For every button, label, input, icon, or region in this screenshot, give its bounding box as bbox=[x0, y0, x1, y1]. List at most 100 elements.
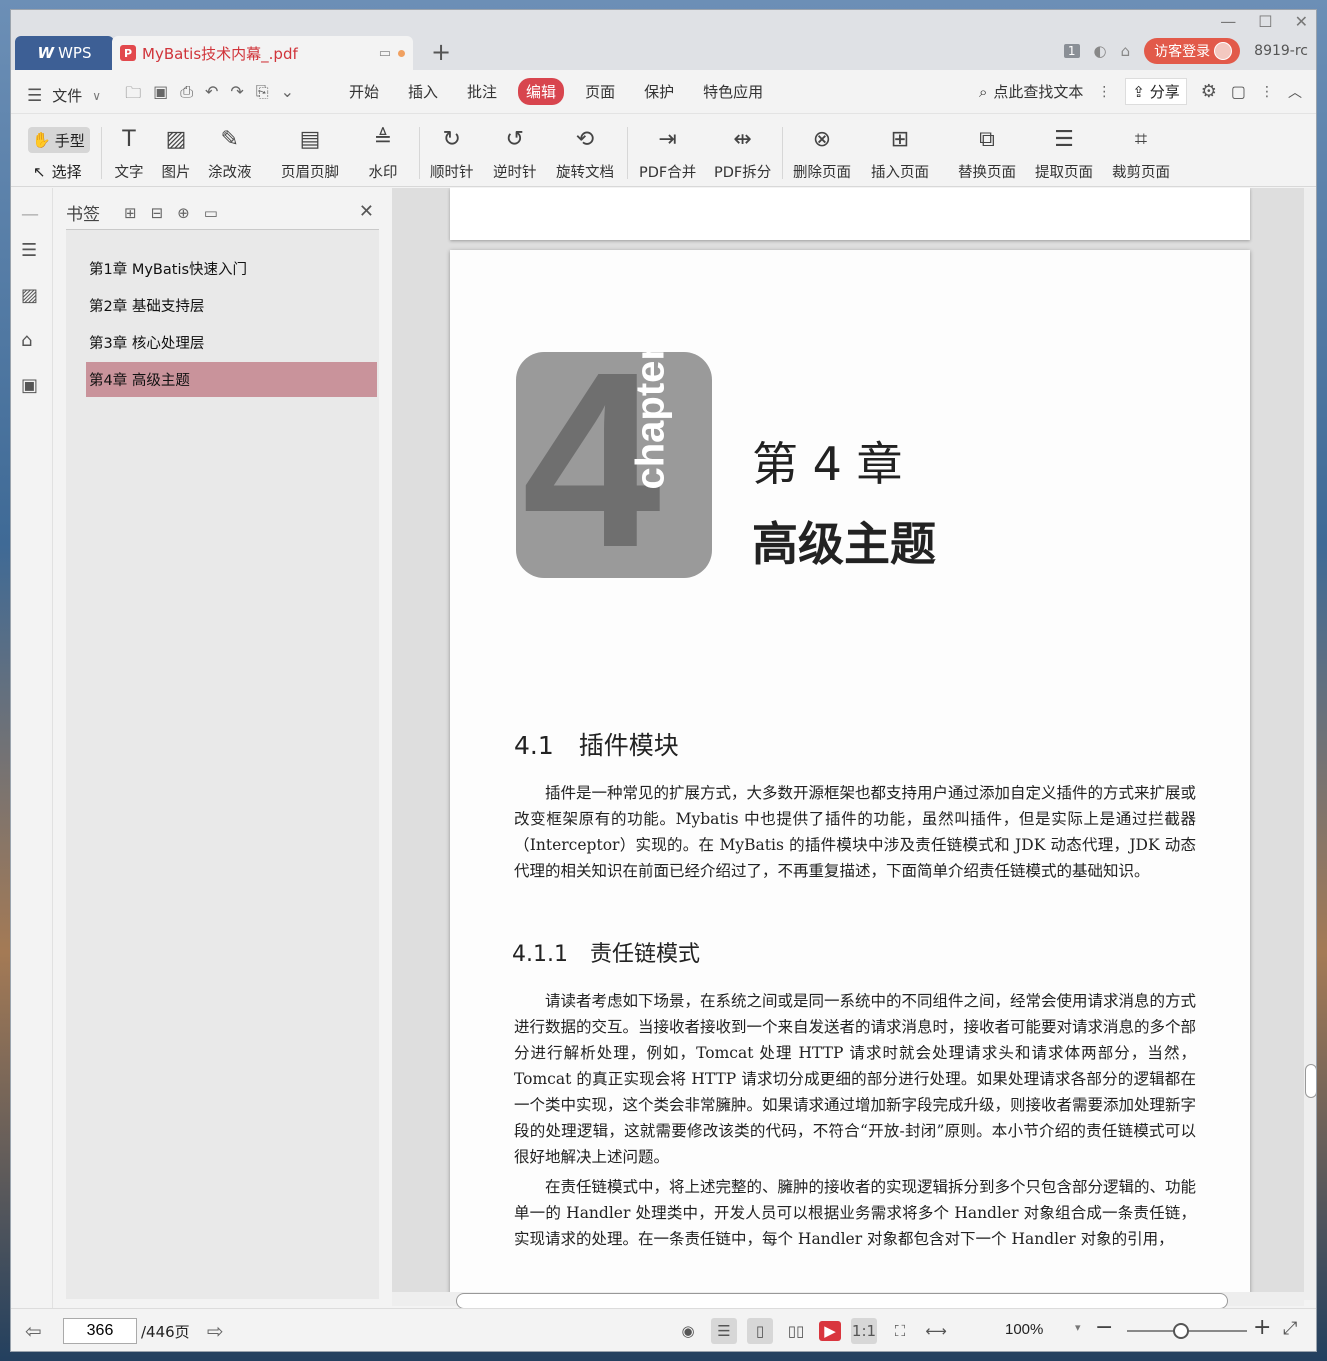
delete-page-button[interactable]: ⊗ 删除页面 bbox=[793, 123, 851, 182]
watermark-button[interactable]: ≜ 水印 bbox=[368, 123, 398, 182]
more-options-icon[interactable]: ⋮ bbox=[1260, 84, 1274, 100]
more-vertical-icon[interactable]: ⋮ bbox=[1097, 84, 1111, 100]
attachment-icon[interactable]: ▣ bbox=[21, 375, 38, 396]
delete-page-icon: ⊗ bbox=[812, 126, 832, 152]
horizontal-scrollbar[interactable] bbox=[392, 1292, 1304, 1309]
horizontal-scroll-thumb[interactable] bbox=[456, 1293, 1228, 1309]
pdf-merge-label: PDF合并 bbox=[639, 165, 697, 181]
maximize-icon[interactable]: ☐ bbox=[1258, 12, 1272, 31]
shirt-icon[interactable]: ⌂ bbox=[1121, 42, 1131, 60]
single-page-icon[interactable]: ▯ bbox=[747, 1318, 773, 1344]
visitor-login-button[interactable]: 访客登录 bbox=[1144, 38, 1241, 64]
tab-start[interactable]: 开始 bbox=[341, 78, 387, 105]
next-page-icon[interactable]: ⇨ bbox=[207, 1319, 224, 1343]
play-icon[interactable]: ▶ bbox=[819, 1321, 841, 1341]
drag-handle-icon[interactable]: — bbox=[21, 204, 39, 225]
window-count-badge[interactable]: 1 bbox=[1063, 44, 1080, 58]
gear-icon[interactable]: ⚙ bbox=[1201, 81, 1217, 102]
tab-features[interactable]: 特色应用 bbox=[695, 78, 771, 105]
pdf-split-button[interactable]: ⇹ PDF拆分 bbox=[714, 123, 771, 182]
thumbnail-icon[interactable]: ▨ bbox=[21, 285, 38, 306]
undo-icon[interactable]: ↶ bbox=[205, 82, 218, 109]
vertical-scroll-thumb[interactable] bbox=[1305, 1064, 1316, 1098]
insert-page-button[interactable]: ⊞ 插入页面 bbox=[871, 123, 929, 182]
tab-annotate[interactable]: 批注 bbox=[459, 78, 505, 105]
close-window-icon[interactable]: ✕ bbox=[1295, 12, 1308, 31]
replace-page-button[interactable]: ⧉ 替换页面 bbox=[958, 123, 1016, 182]
collapse-ribbon-icon[interactable]: ︿ bbox=[1288, 82, 1302, 102]
extract-page-button[interactable]: ☰ 提取页面 bbox=[1035, 123, 1093, 182]
crop-page-button[interactable]: ⌗ 裁剪页面 bbox=[1112, 123, 1170, 182]
expand-all-icon[interactable]: ⊞ bbox=[124, 204, 137, 222]
zoom-slider-knob[interactable] bbox=[1173, 1323, 1189, 1339]
app-window: — ☐ ✕ W WPS P MyBatis技术内幕_.pdf ▭ + 1 ◐ ⌂… bbox=[10, 9, 1317, 1352]
file-menu[interactable]: 文件 bbox=[52, 85, 82, 106]
zoom-level[interactable]: 100% bbox=[1005, 1321, 1043, 1338]
save-icon[interactable]: ▣ bbox=[153, 82, 168, 109]
rotate-ccw-button[interactable]: ↺ 逆时针 bbox=[493, 123, 537, 182]
skin-icon[interactable]: ◐ bbox=[1094, 42, 1107, 60]
tab-page[interactable]: 页面 bbox=[577, 78, 623, 105]
fit-width-icon[interactable]: ⟷ bbox=[923, 1318, 949, 1344]
wps-home-tab[interactable]: W WPS bbox=[15, 36, 114, 70]
wps-logo-icon: W bbox=[37, 44, 55, 62]
bookmark-item[interactable]: 第2章 基础支持层 bbox=[86, 288, 377, 323]
export-icon[interactable]: ⎘ bbox=[256, 82, 269, 109]
share-button[interactable]: ⇪ 分享 bbox=[1125, 78, 1187, 105]
chevron-down-icon[interactable]: ∨ bbox=[92, 89, 101, 103]
close-icon[interactable]: ✕ bbox=[359, 201, 374, 222]
bookmark-item[interactable]: 第3章 核心处理层 bbox=[86, 325, 377, 360]
rotate-doc-button[interactable]: ⟲ 旋转文档 bbox=[556, 123, 614, 182]
bookmark-item[interactable]: 第1章 MyBatis快速入门 bbox=[86, 251, 377, 286]
open-folder-icon[interactable]: 🗀 bbox=[125, 82, 141, 109]
tab-edit[interactable]: 编辑 bbox=[518, 78, 565, 105]
visitor-login-label: 访客登录 bbox=[1154, 44, 1211, 60]
monitor-icon[interactable]: ▭ bbox=[379, 46, 391, 61]
hamburger-icon[interactable]: ☰ bbox=[27, 86, 42, 106]
new-tab-button[interactable]: + bbox=[431, 38, 451, 66]
select-tool-button[interactable]: ↖ 选择 bbox=[33, 161, 82, 182]
vertical-scrollbar[interactable] bbox=[1304, 188, 1316, 1300]
more-dropdown-icon[interactable]: ⌄ bbox=[281, 82, 294, 109]
actual-size-icon[interactable]: 1:1 bbox=[851, 1318, 877, 1344]
zoom-dropdown-icon[interactable]: ▾ bbox=[1075, 1321, 1081, 1334]
rotate-cw-button[interactable]: ↻ 顺时针 bbox=[430, 123, 474, 182]
redo-icon[interactable]: ↷ bbox=[230, 82, 243, 109]
avatar bbox=[1214, 42, 1233, 60]
edit-bookmark-icon[interactable]: ▭ bbox=[204, 204, 218, 222]
document-viewport[interactable]: 4 chapter 第 4 章 高级主题 4.1 插件模块 插件是一种常见的扩展… bbox=[392, 188, 1304, 1300]
prev-page-icon[interactable]: ⇦ bbox=[25, 1319, 42, 1343]
add-bookmark-icon[interactable]: ⊕ bbox=[177, 204, 190, 222]
pdf-merge-button[interactable]: ⇥ PDF合并 bbox=[639, 123, 696, 182]
ribbon-toolbar: ✋ 手型 ↖ 选择 T 文字 ▨ 图片 ✎ 涂改液 ▤ 页眉页脚 ≜ 水印 ↻ 顺时针 ↺ 逆… bbox=[11, 115, 1316, 187]
correction-fluid-button[interactable]: ✎ 涂改液 bbox=[208, 123, 252, 182]
continuous-view-icon[interactable]: ☰ bbox=[711, 1318, 737, 1344]
text-button[interactable]: T 文字 bbox=[114, 123, 144, 182]
tab-protect[interactable]: 保护 bbox=[636, 78, 682, 105]
unsaved-dot-icon bbox=[398, 49, 405, 57]
fullscreen-icon[interactable]: ⤢ bbox=[1283, 1318, 1297, 1339]
fit-page-icon[interactable]: ⛶ bbox=[887, 1318, 913, 1344]
hand-tool-button[interactable]: ✋ 手型 bbox=[28, 127, 90, 153]
zoom-in-icon[interactable]: + bbox=[1253, 1315, 1271, 1340]
annotation-icon[interactable]: ⌂ bbox=[21, 330, 32, 351]
bookmark-item-selected[interactable]: 第4章 高级主题 bbox=[86, 362, 377, 397]
page-number-input[interactable] bbox=[63, 1318, 137, 1344]
search-text-button[interactable]: ⌕ 点此查找文本 bbox=[979, 81, 1083, 102]
print-icon[interactable]: ⎙ bbox=[180, 82, 193, 109]
eye-protect-icon[interactable]: ◉ bbox=[675, 1318, 701, 1344]
subsection-heading: 4.1.1 责任链模式 bbox=[512, 942, 700, 967]
minimize-icon[interactable]: — bbox=[1220, 12, 1236, 31]
document-tab[interactable]: P MyBatis技术内幕_.pdf ▭ bbox=[112, 36, 413, 70]
wps-brand-label: WPS bbox=[58, 44, 92, 62]
outline-icon[interactable]: ☰ bbox=[21, 240, 37, 261]
collapse-all-icon[interactable]: ⊟ bbox=[151, 204, 164, 222]
header-footer-button[interactable]: ▤ 页眉页脚 bbox=[281, 123, 339, 182]
comment-icon[interactable]: ▢ bbox=[1231, 82, 1246, 101]
image-button[interactable]: ▨ 图片 bbox=[161, 123, 191, 182]
image-label: 图片 bbox=[161, 165, 191, 181]
tab-insert[interactable]: 插入 bbox=[400, 78, 446, 105]
two-page-icon[interactable]: ▯▯ bbox=[783, 1318, 809, 1344]
hand-tool-label: 手型 bbox=[54, 131, 85, 150]
zoom-out-icon[interactable]: − bbox=[1095, 1315, 1113, 1340]
